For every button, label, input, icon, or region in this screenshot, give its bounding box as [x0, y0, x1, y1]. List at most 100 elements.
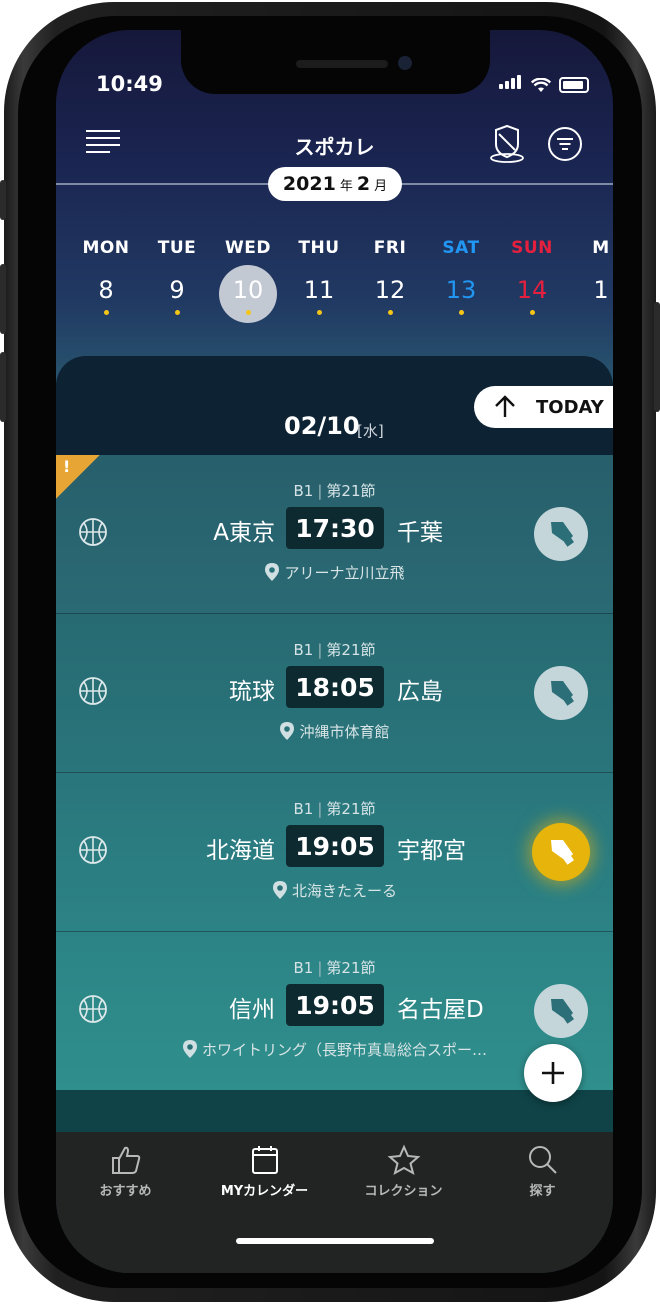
tab-recommend[interactable]: おすすめ	[56, 1144, 195, 1199]
tab-my-calendar[interactable]: MYカレンダー	[195, 1144, 334, 1199]
day-name: TUE	[157, 238, 197, 258]
venue: 沖縄市体育館	[56, 721, 613, 742]
location-pin-icon	[182, 1040, 197, 1058]
racket-favorite-icon	[551, 681, 574, 706]
event-dot	[458, 310, 464, 315]
location-pin-icon	[265, 563, 280, 581]
venue-name: ホワイトリング（長野市真島総合スポー…	[201, 1041, 487, 1059]
tab-my-calendar-label: MYカレンダー	[220, 1184, 309, 1199]
league-name: B1	[293, 800, 314, 818]
matchup: 信州 19:05 名古屋D	[56, 984, 613, 1026]
day-thu-11[interactable]: THU 11	[289, 238, 349, 315]
day-header-weekday: [水]	[357, 422, 384, 440]
league-round: 第21節	[326, 482, 376, 500]
battery-icon	[559, 77, 589, 93]
add-button[interactable]	[524, 1044, 582, 1102]
day-wed-10[interactable]: WED 10	[218, 238, 278, 323]
phone-frame: 10:49 スポカレ 2021 年 2 月 MON 8 TUE 9 WED 10…	[0, 2, 660, 1302]
game-row[interactable]: ! B1 | 第21節 A東京 17:30 千葉アリーナ立川立飛	[56, 455, 613, 614]
event-dot	[174, 310, 180, 315]
speaker	[296, 60, 388, 68]
day-mon-8[interactable]: MON 8	[76, 238, 136, 315]
league-separator: |	[317, 800, 323, 818]
month-selector[interactable]: 2021 年 2 月	[268, 167, 402, 201]
league-round: 第21節	[326, 959, 376, 977]
event-dot	[316, 310, 322, 315]
racket-favorite-icon	[551, 522, 574, 547]
event-dot	[245, 310, 251, 315]
home-team: 琉球	[229, 679, 275, 705]
home-team: 信州	[229, 997, 275, 1023]
event-dot	[529, 310, 535, 315]
venue: 北海きたえーる	[56, 880, 613, 901]
game-row[interactable]: B1 | 第21節北海道 19:05 宇都宮 北海きたえーる	[56, 773, 613, 932]
day-number: 1	[593, 276, 609, 304]
day-name: MON	[82, 238, 130, 258]
day-sat-13[interactable]: SAT 13	[431, 238, 491, 315]
favorite-button[interactable]	[534, 984, 588, 1038]
favorite-button[interactable]	[532, 823, 590, 881]
racket-favorite-icon	[551, 999, 574, 1024]
day-sun-14[interactable]: SUN 14	[502, 238, 562, 315]
filter-icon[interactable]	[547, 126, 583, 162]
home-team: 北海道	[206, 838, 275, 864]
matchup: A東京 17:30 千葉	[56, 507, 613, 549]
matchup: 北海道 19:05 宇都宮	[56, 825, 613, 867]
day-header-date: 02/10	[284, 412, 360, 440]
league-info: B1 | 第21節	[56, 957, 613, 978]
venue-name: アリーナ立川立飛	[284, 564, 405, 582]
volume-up-button	[0, 264, 6, 334]
tab-bar: おすすめ MYカレンダー コレクション 探す	[56, 1132, 613, 1273]
day-name: THU	[298, 238, 340, 258]
screen: 10:49 スポカレ 2021 年 2 月 MON 8 TUE 9 WED 10…	[56, 30, 613, 1273]
arrow-up-icon	[495, 395, 515, 417]
alert-icon: !	[63, 457, 71, 476]
day-name: SUN	[511, 238, 553, 258]
tipoff-time: 19:05	[286, 825, 384, 867]
home-team: A東京	[213, 520, 275, 546]
league-info: B1 | 第21節	[56, 480, 613, 501]
league-name: B1	[293, 482, 314, 500]
league-round: 第21節	[326, 641, 376, 659]
event-dot	[387, 310, 393, 315]
venue-name: 沖縄市体育館	[299, 723, 390, 741]
league-name: B1	[293, 641, 314, 659]
favorite-button[interactable]	[534, 507, 588, 561]
thumbs-up-icon	[111, 1146, 140, 1174]
venue: アリーナ立川立飛	[56, 562, 613, 583]
game-row[interactable]: B1 | 第21節琉球 18:05 広島沖縄市体育館	[56, 614, 613, 773]
year-value: 2021	[282, 173, 336, 195]
day-number: 10	[232, 276, 264, 304]
today-button[interactable]: TODAY	[474, 386, 613, 428]
venue-name: 北海きたえーる	[291, 882, 397, 900]
day-m-1[interactable]: M1	[571, 238, 613, 304]
day-tue-9[interactable]: TUE 9	[147, 238, 207, 315]
league-round: 第21節	[326, 800, 376, 818]
day-fri-12[interactable]: FRI 12	[360, 238, 420, 315]
day-number: 11	[303, 276, 335, 304]
tipoff-time: 19:05	[286, 984, 384, 1026]
favorite-button[interactable]	[534, 666, 588, 720]
day-name: SAT	[442, 238, 480, 258]
league-separator: |	[317, 959, 323, 977]
location-pin-icon	[280, 722, 295, 740]
away-team: 千葉	[397, 520, 443, 546]
away-team: 広島	[397, 679, 443, 705]
notch	[181, 30, 490, 94]
tab-search[interactable]: 探す	[473, 1144, 612, 1199]
calendar-icon	[251, 1146, 278, 1174]
search-icon	[528, 1146, 557, 1174]
league-separator: |	[317, 641, 323, 659]
event-dot	[103, 310, 109, 315]
tab-collection[interactable]: コレクション	[334, 1144, 473, 1199]
team-badge-icon[interactable]	[488, 124, 526, 164]
home-indicator[interactable]	[236, 1238, 434, 1244]
away-team: 宇都宮	[397, 838, 466, 864]
front-camera	[398, 56, 412, 70]
month-value: 2	[356, 173, 371, 195]
location-pin-icon	[272, 881, 287, 899]
tab-search-label: 探す	[529, 1184, 556, 1199]
matchup: 琉球 18:05 広島	[56, 666, 613, 708]
day-number: 14	[516, 276, 548, 304]
league-info: B1 | 第21節	[56, 639, 613, 660]
